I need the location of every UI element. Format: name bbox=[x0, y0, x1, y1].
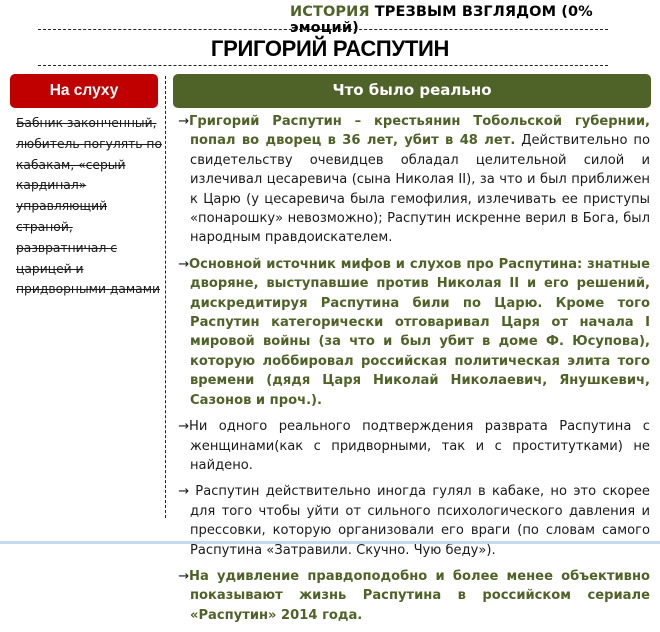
arrow-icon: → bbox=[178, 484, 189, 500]
fact-text: Ни одного реального подтверждения развра… bbox=[188, 419, 650, 473]
arrow-icon: → bbox=[178, 419, 189, 435]
fact-item: →На удивление правдоподобно и более мене… bbox=[178, 567, 650, 625]
fact-item: →Григорий Распутин – крестьянин Тобольск… bbox=[178, 112, 650, 248]
top-divider bbox=[38, 29, 608, 30]
rumor-header: На слуху bbox=[10, 74, 158, 108]
fact-bold: На удивление правдоподобно и более менее… bbox=[188, 568, 650, 623]
fact-item: →Ни одного реального подтверждения развр… bbox=[178, 417, 650, 475]
fact-text: Распутин действительно иногда гулял в ка… bbox=[188, 484, 650, 558]
fact-item: →Основной источник мифов и слухов про Ра… bbox=[178, 255, 650, 410]
rumor-text: Бабник законченный, любитель погулять по… bbox=[16, 116, 162, 297]
fact-bold: Основной источник мифов и слухов про Рас… bbox=[188, 256, 650, 408]
fact-text: Действительно по свидетельству очевидцев… bbox=[190, 133, 650, 246]
arrow-icon: → bbox=[178, 568, 189, 584]
title-divider bbox=[38, 65, 608, 66]
tagline-accent: ИСТОРИЯ bbox=[290, 4, 370, 20]
tagline: ИСТОРИЯ ТРЕЗВЫМ ВЗГЛЯДОМ (0% эмоций) bbox=[290, 4, 660, 36]
arrow-icon: → bbox=[178, 114, 189, 129]
reality-header: Что было реально bbox=[173, 74, 651, 108]
fact-item: → Распутин действительно иногда гулял в … bbox=[178, 482, 650, 560]
facts-list: →Григорий Распутин – крестьянин Тобольск… bbox=[178, 112, 650, 632]
column-divider bbox=[165, 76, 166, 518]
page-title: ГРИГОРИЙ РАСПУТИН bbox=[210, 36, 450, 61]
arrow-icon: → bbox=[178, 256, 189, 272]
